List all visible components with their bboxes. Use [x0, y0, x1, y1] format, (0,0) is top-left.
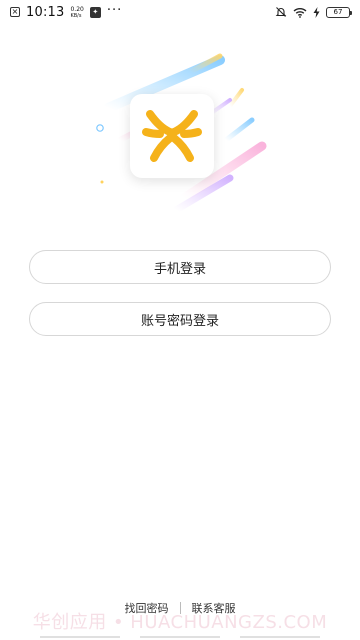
logo-area — [80, 48, 280, 218]
bottom-line-middle — [140, 636, 220, 638]
app-notification-icon: ✦ — [89, 6, 101, 18]
bottom-line-right — [240, 636, 320, 638]
phone-login-button[interactable]: 手机登录 — [29, 250, 331, 284]
status-bar: × 10:13 0.20 KB/s ✦ ··· 67 — [0, 0, 360, 24]
app-logo-card — [130, 94, 214, 178]
status-time: 10:13 — [26, 4, 65, 20]
status-left: × 10:13 0.20 KB/s ✦ ··· — [10, 2, 123, 20]
account-password-login-button[interactable]: 账号密码登录 — [29, 302, 331, 336]
wifi-icon — [293, 7, 307, 18]
bottom-decoration — [40, 636, 320, 638]
charging-bolt-icon — [313, 6, 320, 18]
network-speed-unit: KB/s — [70, 13, 82, 19]
phone-login-label: 手机登录 — [153, 261, 206, 277]
battery-icon: 67 — [326, 6, 352, 18]
bell-mute-icon — [275, 6, 287, 18]
asterisk-logo-icon — [142, 110, 202, 162]
more-notifications-icon: ··· — [106, 2, 123, 18]
bottom-line-left — [40, 636, 120, 638]
footer-links: 找回密码 联系客服 — [0, 600, 360, 616]
notification-x-icon: × — [10, 7, 20, 17]
footer-divider — [179, 602, 181, 614]
account-password-login-label: 账号密码登录 — [140, 313, 219, 329]
status-right: 67 — [275, 6, 352, 18]
network-speed: 0.20 KB/s — [70, 6, 83, 20]
network-speed-value: 0.20 — [70, 6, 84, 13]
contact-service-link[interactable]: 联系客服 — [192, 600, 236, 616]
battery-level: 67 — [333, 8, 343, 16]
forgot-password-link[interactable]: 找回密码 — [125, 600, 169, 616]
